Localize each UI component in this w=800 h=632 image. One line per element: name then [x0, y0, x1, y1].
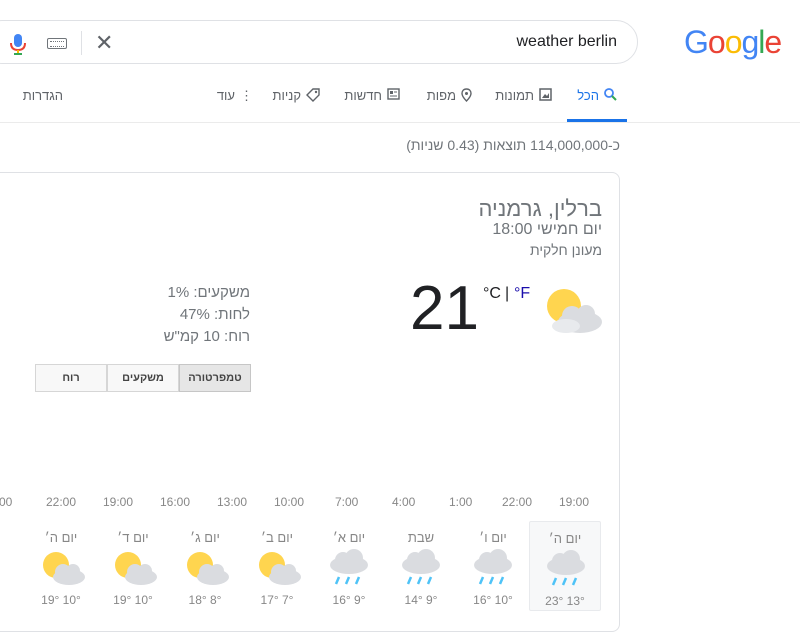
forecast-day[interactable]: יום ג׳ 18° 8°: [169, 521, 241, 611]
weather-location[interactable]: ברלין, גרמניה: [478, 196, 602, 222]
tab-maps[interactable]: מפות: [427, 88, 472, 122]
rain-icon: [547, 550, 585, 586]
day-name: שבת: [407, 530, 435, 545]
timeline-label: 10:00: [274, 495, 305, 509]
tab-label: תמונות: [495, 88, 534, 103]
humidity-detail: לחות: 47%: [179, 306, 250, 323]
rain-icon: [474, 549, 512, 585]
timeline-label: 16:00: [160, 495, 191, 509]
partly-cloudy-icon: [547, 289, 602, 333]
tab-label: מפות: [426, 88, 456, 103]
timeline-label: 22:00: [502, 495, 533, 509]
tab-label: קניות: [272, 88, 301, 103]
partly-cloudy-icon: [43, 552, 85, 585]
day-temps: 19° 10°: [113, 593, 153, 607]
more-vert-icon: ⋮: [240, 88, 253, 103]
temperature-button[interactable]: טמפרטורה: [179, 364, 251, 392]
news-icon: [387, 88, 400, 104]
current-temperature: 21: [410, 274, 479, 343]
tab-news[interactable]: חדשות: [344, 88, 400, 122]
day-temps: 16° 10°: [473, 593, 513, 607]
precipitation-detail: משקעים: 1%: [167, 284, 250, 301]
weather-condition: מעונן חלקית: [529, 242, 602, 258]
precipitation-button[interactable]: משקעים: [107, 364, 179, 392]
image-icon: [539, 88, 552, 105]
wind-button[interactable]: רוח: [35, 364, 107, 392]
logo-letter: e: [764, 24, 782, 60]
forecast-day[interactable]: יום ו׳ 16° 10°: [457, 521, 529, 611]
search-tabs: הכל תמונות מפות חדשות קניות ⋮ עוד הגדרות: [0, 88, 800, 122]
tab-label: הכל: [577, 88, 599, 103]
timeline-label: 19:00: [103, 495, 134, 509]
timeline-label: 13:00: [217, 495, 248, 509]
forecast-day[interactable]: יום ה׳ 23° 13°: [529, 521, 601, 611]
timeline-label: 19:00: [559, 495, 590, 509]
day-name: יום ו׳: [479, 530, 507, 545]
settings-label: הגדרות: [22, 88, 63, 103]
timeline-label: 7:00: [335, 495, 359, 509]
rain-icon: [402, 549, 440, 585]
rain-icon: [330, 549, 368, 585]
tab-shopping[interactable]: קניות: [273, 88, 320, 122]
unit-celsius[interactable]: °C: [483, 285, 501, 303]
forecast-day[interactable]: יום ה׳ 19° 10°: [25, 521, 97, 611]
map-pin-icon: [461, 88, 472, 106]
day-name: יום ד׳: [117, 530, 149, 545]
day-temps: 19° 10°: [41, 593, 81, 607]
partly-cloudy-icon: [187, 552, 229, 585]
search-icon: [604, 88, 617, 105]
search-input[interactable]: weather berlin: [517, 33, 618, 51]
day-name: יום ג׳: [190, 530, 220, 545]
settings-link[interactable]: הגדרות: [23, 88, 63, 122]
timeline-label: 22:00: [46, 495, 77, 509]
unit-fahrenheit[interactable]: °F: [514, 285, 530, 303]
logo-letter: o: [707, 24, 726, 60]
tabs-divider: [0, 122, 800, 123]
partly-cloudy-icon: [259, 552, 301, 585]
day-temps: 14° 9°: [404, 593, 438, 607]
close-icon[interactable]: ✕: [95, 32, 113, 54]
search-box[interactable]: weather berlin ✕: [0, 20, 638, 64]
microphone-icon[interactable]: [9, 33, 27, 55]
tag-icon: [306, 88, 320, 106]
timeline-label: 1:00: [449, 495, 473, 509]
tab-all[interactable]: הכל: [567, 88, 627, 122]
divider: [81, 31, 82, 55]
keyboard-icon[interactable]: [47, 38, 67, 49]
logo-letter: g: [741, 24, 759, 60]
result-stats: כ-114,000,000 תוצאות (0.43 שניות): [406, 137, 620, 153]
weather-datetime: יום חמישי 18:00: [492, 221, 602, 238]
wind-detail: רוח: 10 קמ"ש: [163, 328, 250, 345]
forecast-day[interactable]: שבת 14° 9°: [385, 521, 457, 611]
tab-label: חדשות: [344, 88, 382, 103]
day-name: יום ה׳: [548, 531, 582, 546]
tab-label: עוד: [216, 88, 235, 103]
day-temps: 23° 13°: [545, 594, 585, 608]
google-logo[interactable]: Google: [684, 24, 782, 61]
timeline-label: 4:00: [392, 495, 416, 509]
day-temps: 16° 9°: [332, 593, 366, 607]
day-temps: 18° 8°: [188, 593, 222, 607]
day-name: יום ב׳: [261, 530, 293, 545]
partly-cloudy-icon: [115, 552, 157, 585]
day-name: יום א׳: [332, 530, 366, 545]
tab-more[interactable]: ⋮ עוד: [217, 88, 253, 122]
day-temps: 17° 7°: [260, 593, 294, 607]
unit-separator: |: [505, 285, 510, 302]
logo-letter: G: [684, 24, 709, 60]
logo-letter: o: [724, 24, 743, 60]
day-name: יום ה׳: [44, 530, 78, 545]
tab-images[interactable]: תמונות: [495, 88, 552, 122]
forecast-day[interactable]: יום ד׳ 19° 10°: [97, 521, 169, 611]
forecast-day[interactable]: יום א׳ 16° 9°: [313, 521, 385, 611]
timeline-label: 1:00: [0, 495, 13, 509]
forecast-day[interactable]: יום ב׳ 17° 7°: [241, 521, 313, 611]
